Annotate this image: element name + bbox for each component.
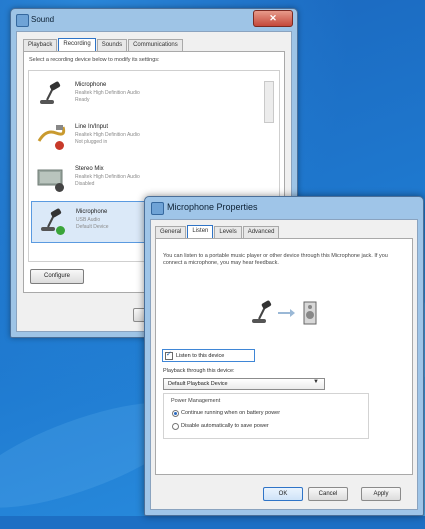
device-name: Microphone (75, 82, 107, 88)
tab-playback[interactable]: Playback (23, 39, 58, 51)
tab-communications[interactable]: Communications (128, 39, 183, 51)
instruction-text: Select a recording device below to modif… (29, 57, 160, 63)
microphone-icon (252, 300, 272, 323)
cancel-button[interactable]: Cancel (308, 487, 348, 501)
tab-levels[interactable]: Levels (214, 226, 242, 238)
power-management-group: Power Management Continue running when o… (163, 393, 369, 439)
listen-checkbox-label: Listen to this device (176, 352, 225, 359)
device-driver: USB Audio (76, 217, 101, 223)
scrollbar[interactable] (264, 81, 274, 123)
listen-checkbox[interactable] (165, 350, 173, 360)
not-plugged-badge-icon (55, 141, 64, 150)
device-driver: Realtek High Definition Audio (75, 90, 140, 96)
listen-description: You can listen to a portable music playe… (163, 253, 388, 266)
device-driver: Realtek High Definition Audio (75, 132, 140, 138)
radio-label: Continue running when on battery power (181, 410, 281, 416)
speaker-icon (303, 301, 317, 325)
device-item-line-in[interactable]: Line In/Input Realtek High Definition Au… (31, 117, 211, 157)
disabled-badge-icon (55, 183, 64, 192)
window-title: Sound (31, 15, 55, 24)
speaker-icon (16, 14, 29, 27)
radio-label: Disable automatically to save power (181, 423, 269, 429)
device-name: Stereo Mix (75, 166, 104, 172)
tab-listen[interactable]: Listen (187, 225, 214, 239)
listen-checkbox-row[interactable]: Listen to this device (162, 349, 255, 362)
close-button[interactable]: ✕ (253, 10, 293, 27)
configure-button[interactable]: Configure (30, 269, 84, 284)
playback-device-dropdown[interactable]: Default Playback Device ▼ (163, 378, 325, 390)
sound-titlebar[interactable]: Sound ✕ (11, 9, 297, 31)
tab-sounds[interactable]: Sounds (96, 39, 128, 51)
listen-panel: You can listen to a portable music playe… (155, 238, 413, 475)
listen-illustration (252, 300, 317, 325)
device-name: Line In/Input (75, 124, 109, 130)
mic-tabs: General Listen Levels Advanced (155, 225, 280, 239)
microphone-icon (151, 202, 164, 215)
device-name: Microphone (76, 209, 108, 215)
group-title: Power Management (171, 398, 221, 404)
radio-disable-automatically[interactable] (172, 423, 179, 430)
sound-tabs: Playback Recording Sounds Communications (23, 38, 184, 52)
ok-button[interactable]: OK (263, 487, 303, 501)
playback-label: Playback through this device: (163, 368, 235, 374)
tab-recording[interactable]: Recording (58, 38, 96, 52)
device-item-microphone[interactable]: Microphone Realtek High Definition Audio… (31, 75, 211, 115)
radio-continue-running[interactable] (172, 410, 179, 417)
mic-body: General Listen Levels Advanced You can l… (150, 219, 418, 510)
device-status: Not plugged in (75, 139, 108, 145)
dropdown-value: Default Playback Device (168, 381, 228, 387)
device-status: Default Device (76, 224, 109, 230)
device-status: Disabled (75, 181, 95, 187)
tab-general[interactable]: General (155, 226, 187, 238)
microphone-icon (40, 81, 61, 104)
tab-advanced[interactable]: Advanced (242, 226, 280, 238)
chevron-down-icon[interactable]: ▼ (313, 379, 319, 385)
apply-button[interactable]: Apply (361, 487, 401, 501)
device-item-stereo-mix[interactable]: Stereo Mix Realtek High Definition Audio… (31, 159, 211, 199)
microphone-properties-window: Microphone Properties General Listen Lev… (144, 196, 424, 516)
device-status: Ready (75, 97, 90, 103)
default-device-check-icon (56, 226, 65, 235)
window-title: Microphone Properties (167, 202, 258, 212)
mic-titlebar[interactable]: Microphone Properties (145, 197, 423, 219)
device-driver: Realtek High Definition Audio (75, 174, 140, 180)
arrow-right-icon (278, 309, 295, 317)
